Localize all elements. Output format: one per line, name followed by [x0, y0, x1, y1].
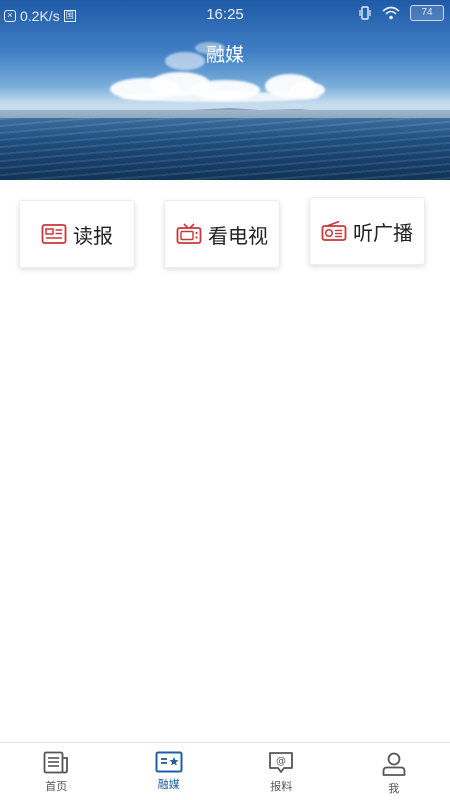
media-card-icon [155, 751, 183, 773]
card-label-read-newspaper: 读报 [73, 223, 113, 248]
report-chat-icon: @ [269, 752, 294, 773]
news-icon [43, 751, 69, 774]
battery-indicator: 74 [410, 5, 444, 21]
wifi-icon [382, 6, 400, 20]
tab-label-me: 我 [388, 782, 400, 795]
watch-tv-button[interactable]: 看电视 [164, 200, 280, 268]
radio-icon [321, 220, 347, 241]
tab-label-report: 报料 [270, 780, 293, 793]
tab-home[interactable]: 首页 [0, 743, 113, 800]
svg-text:@: @ [276, 756, 286, 767]
tab-label-home: 首页 [45, 780, 68, 793]
tab-report[interactable]: @ 报料 [225, 743, 338, 800]
tv-icon [176, 223, 202, 244]
card-label-listen-radio: 听广播 [353, 220, 413, 245]
newspaper-icon [41, 224, 67, 244]
tab-label-media: 融媒 [157, 778, 180, 791]
bottom-tab-bar: 首页 融媒 @ 报料 我 [0, 742, 450, 800]
card-label-watch-tv: 看电视 [208, 223, 268, 248]
status-bar: × 0.2K/s 国 16:25 74 [0, 0, 450, 30]
page-title: 融媒 [205, 44, 244, 66]
read-newspaper-button[interactable]: 读报 [19, 200, 135, 268]
tab-media[interactable]: 融媒 [113, 743, 226, 800]
status-right: 74 [358, 5, 444, 21]
tab-me[interactable]: 我 [338, 743, 450, 800]
vibrate-icon [359, 6, 371, 20]
listen-radio-button[interactable]: 听广播 [309, 197, 425, 265]
user-icon [382, 752, 406, 776]
